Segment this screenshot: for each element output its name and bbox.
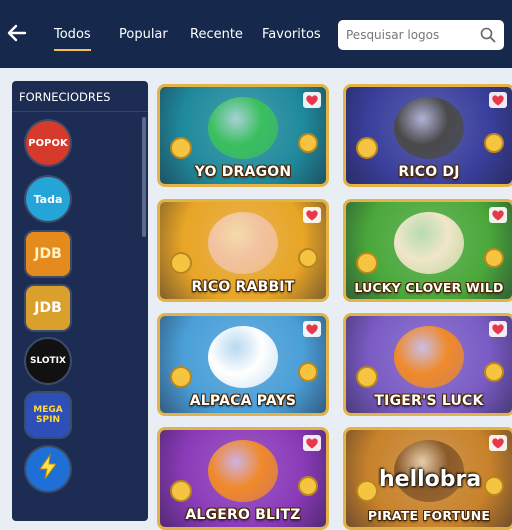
- lightning-bolt-icon: [37, 453, 59, 484]
- provider-label: JDB: [34, 300, 62, 316]
- game-title: RICO DJ: [398, 164, 460, 180]
- gold-coin-icon: [484, 476, 504, 496]
- game-card-lucky-clover-wild[interactable]: LUCKY CLOVER WILD: [343, 199, 512, 302]
- game-card-alpaca-pays[interactable]: ALPACA PAYS: [157, 313, 329, 416]
- provider-tada-logo[interactable]: Tada: [26, 177, 70, 221]
- favorite-heart-icon[interactable]: [303, 435, 321, 451]
- gold-coin-icon: [484, 362, 504, 382]
- game-artwork: [208, 97, 278, 159]
- provider-popok-logo[interactable]: POPOK: [26, 121, 70, 165]
- sidebar-divider: [12, 111, 148, 112]
- tab-recente[interactable]: Recente: [190, 27, 243, 43]
- provider-mega-spin-logo[interactable]: MEGA SPIN: [26, 393, 70, 437]
- favorite-heart-icon[interactable]: [489, 321, 507, 337]
- game-artwork: [394, 97, 464, 159]
- gold-coin-icon: [484, 133, 504, 153]
- gold-coin-icon: [170, 480, 192, 502]
- game-title: PIRATE FORTUNE: [367, 508, 491, 523]
- tab-favoritos[interactable]: Favoritos: [262, 27, 321, 43]
- back-arrow-icon[interactable]: [6, 22, 28, 44]
- search-input[interactable]: [346, 26, 474, 44]
- provider-jdb-logo[interactable]: JDB: [26, 232, 70, 276]
- game-title: LUCKY CLOVER WILD: [354, 280, 504, 295]
- gold-coin-icon: [170, 366, 192, 388]
- sidebar-title: FORNECIODRES: [19, 90, 111, 104]
- favorite-heart-icon[interactable]: [303, 321, 321, 337]
- gold-coin-icon: [298, 476, 318, 496]
- game-title: TIGER'S LUCK: [374, 393, 484, 409]
- provider-label: JDB: [34, 246, 62, 262]
- gold-coin-icon: [356, 252, 378, 274]
- tab-popular[interactable]: Popular: [119, 27, 168, 43]
- game-title: ALPACA PAYS: [189, 393, 297, 409]
- game-artwork: [208, 212, 278, 274]
- game-card-rico-dj[interactable]: RICO DJ: [343, 84, 512, 187]
- gold-coin-icon: [298, 133, 318, 153]
- gold-coin-icon: [356, 480, 378, 502]
- watermark-text: hellobra: [379, 467, 482, 492]
- gold-coin-icon: [484, 248, 504, 268]
- provider-label: SLOTIX: [30, 356, 66, 366]
- game-artwork: [208, 326, 278, 388]
- providers-sidebar: FORNECIODRES POPOK Tada JDB JDB SLOTIX M…: [12, 81, 148, 521]
- gold-coin-icon: [356, 137, 378, 159]
- game-card-yo-dragon[interactable]: YO DRAGON: [157, 84, 329, 187]
- gold-coin-icon: [356, 366, 378, 388]
- game-artwork: [208, 440, 278, 502]
- sidebar-scrollbar[interactable]: [142, 117, 146, 237]
- provider-label: MEGA SPIN: [33, 405, 63, 425]
- favorite-heart-icon[interactable]: [489, 207, 507, 223]
- favorite-heart-icon[interactable]: [303, 92, 321, 108]
- provider-lightning-logo[interactable]: [26, 447, 70, 491]
- top-bar: Todos Popular Recente Favoritos: [0, 0, 512, 68]
- gold-coin-icon: [298, 362, 318, 382]
- favorite-heart-icon[interactable]: [489, 92, 507, 108]
- favorite-heart-icon[interactable]: [303, 207, 321, 223]
- gold-coin-icon: [298, 248, 318, 268]
- provider-label: Tada: [33, 192, 63, 206]
- provider-jdb-alt-logo[interactable]: JDB: [26, 286, 70, 330]
- game-artwork: [394, 212, 464, 274]
- provider-label: POPOK: [28, 137, 68, 149]
- gold-coin-icon: [170, 137, 192, 159]
- game-title: YO DRAGON: [194, 164, 292, 180]
- game-title: ALGERO BLITZ: [185, 507, 301, 523]
- search-box: [338, 20, 504, 50]
- tab-todos[interactable]: Todos: [54, 27, 91, 51]
- game-card-algero-blitz[interactable]: ALGERO BLITZ: [157, 427, 329, 530]
- game-card-rico-rabbit[interactable]: RICO RABBIT: [157, 199, 329, 302]
- provider-slotix-logo[interactable]: SLOTIX: [26, 339, 70, 383]
- game-artwork: [394, 326, 464, 388]
- search-icon[interactable]: [480, 27, 496, 43]
- game-title: RICO RABBIT: [191, 279, 295, 295]
- game-card-tigers-luck[interactable]: TIGER'S LUCK: [343, 313, 512, 416]
- gold-coin-icon: [170, 252, 192, 274]
- favorite-heart-icon[interactable]: [489, 435, 507, 451]
